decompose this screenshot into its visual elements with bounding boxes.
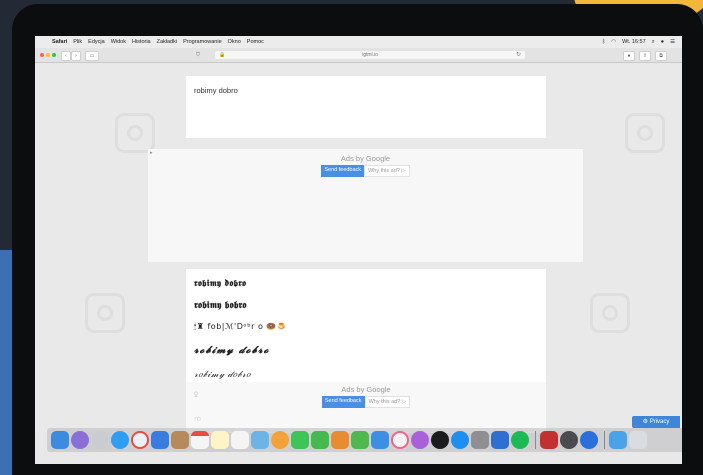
mail-icon[interactable] [151, 431, 169, 449]
app-store-icon[interactable] [451, 431, 469, 449]
minimize-window-button[interactable] [46, 53, 50, 57]
chrome-icon[interactable] [131, 431, 149, 449]
menubar-clock[interactable]: Wt. 16:57 [619, 39, 649, 45]
lock-icon: 🔒 [219, 52, 226, 58]
menu-programowanie[interactable]: Programowanie [180, 39, 225, 45]
laptop-bezel: Safari Plik Edycja Widok Historia Zakład… [12, 4, 703, 475]
notes-icon[interactable] [211, 431, 229, 449]
send-feedback-button[interactable]: Send feedback [321, 165, 365, 177]
maps-icon[interactable] [251, 431, 269, 449]
send-feedback-button[interactable]: Send feedback [321, 396, 365, 408]
launchpad-icon[interactable] [91, 431, 109, 449]
instagram-watermark-icon [85, 293, 125, 333]
instagram-watermark-icon [625, 113, 665, 153]
google-ad-banner[interactable]: ▸ Ads by Google Send feedback Why this a… [148, 149, 583, 262]
menu-safari[interactable]: Safari [49, 39, 70, 45]
finder-icon[interactable] [51, 431, 69, 449]
result-item[interactable]: 🕯♜ fob|ℳ'Dᵒᵇr o 🍩🍮 [194, 322, 287, 332]
numbers-icon[interactable] [351, 431, 369, 449]
spotify-icon[interactable] [511, 431, 529, 449]
result-item[interactable]: 𝓻𝓸𝓫𝓲𝓶𝔂 𝓭𝓸𝓫𝓻𝓸 [194, 345, 270, 356]
screenshot-icon[interactable] [560, 431, 578, 449]
pages-icon[interactable] [331, 431, 349, 449]
dock [47, 428, 682, 452]
preview-icon[interactable] [491, 431, 509, 449]
siri-dock-icon[interactable] [71, 431, 89, 449]
menu-pomoc[interactable]: Pomoc [244, 39, 267, 45]
web-page: robimy dobro ▸ Ads by Google Send feedba… [35, 63, 682, 433]
shield-icon[interactable]: ⛉ [193, 51, 203, 59]
flash-icon[interactable] [540, 431, 558, 449]
safari-icon[interactable] [111, 431, 129, 449]
why-this-ad-button[interactable]: Why this ad? ▷ [364, 396, 411, 408]
dock-separator [535, 431, 536, 449]
close-window-button[interactable] [40, 53, 44, 57]
zoom-window-button[interactable] [52, 53, 56, 57]
result-item[interactable]: 𝓇𝑜𝒷𝒾𝓂𝓎 𝒹𝑜𝒷𝓇𝑜 [194, 369, 251, 380]
ad-title: Ads by Google [341, 385, 391, 394]
privacy-label: Privacy [649, 419, 670, 425]
ad-title: Ads by Google [340, 154, 391, 163]
menu-plik[interactable]: Plik [70, 39, 85, 45]
keynote-icon[interactable] [371, 431, 389, 449]
reminders-icon[interactable] [231, 431, 249, 449]
share-icon[interactable]: ⇧ [639, 51, 651, 61]
trash-icon[interactable] [629, 431, 647, 449]
notification-icon[interactable]: ☰ [667, 39, 678, 45]
messages-icon[interactable] [291, 431, 309, 449]
result-item[interactable]: 𝖗𝖔𝖇𝖎𝖒𝖞 𝖉𝖔𝖇𝖗𝖔 [194, 279, 246, 289]
spotlight-icon[interactable]: ⌕ [649, 39, 658, 46]
why-this-ad-button[interactable]: Why this ad? ▷ [364, 165, 410, 177]
system-preferences-icon[interactable] [471, 431, 489, 449]
forward-button[interactable]: › [71, 51, 81, 61]
wifi-icon[interactable]: ◠ [608, 39, 619, 45]
reload-icon[interactable]: ↻ [516, 51, 521, 59]
downloads-folder-icon[interactable] [609, 431, 627, 449]
siri-icon[interactable]: ● [658, 39, 667, 45]
calendar-icon[interactable] [191, 431, 209, 449]
address-url: igtml.io [362, 52, 378, 58]
screen: Safari Plik Edycja Widok Historia Zakład… [35, 36, 682, 464]
menu-bar: Safari Plik Edycja Widok Historia Zakład… [35, 36, 682, 48]
contacts-icon[interactable] [171, 431, 189, 449]
menu-okno[interactable]: Okno [225, 39, 244, 45]
instagram-watermark-icon [590, 293, 630, 333]
extension-icon[interactable]: ● [623, 51, 635, 61]
bluetooth-icon[interactable]: ᛒ [599, 39, 608, 45]
safari-toolbar: ‹ › ▭ ⛉ 🔒 igtml.io ↻ ● ⇧ ⧉ [35, 48, 682, 63]
result-item[interactable]: 𝖗𝖔𝖇𝖎𝖒𝖞 𝖇𝖔𝖇𝖗𝖔 [194, 300, 246, 311]
google-ad-banner-bottom[interactable]: Ads by Google Send feedback Why this ad?… [186, 382, 546, 432]
text-input-box[interactable]: robimy dobro [186, 76, 546, 138]
address-bar[interactable]: 🔒 igtml.io ↻ [215, 51, 525, 59]
menu-widok[interactable]: Widok [108, 39, 129, 45]
dock-separator [604, 431, 605, 449]
facetime-icon[interactable] [311, 431, 329, 449]
sidebar-button[interactable]: ▭ [85, 51, 99, 61]
instagram-watermark-icon [115, 113, 155, 153]
menu-edycja[interactable]: Edycja [85, 39, 108, 45]
app-icon[interactable] [580, 431, 598, 449]
privacy-button[interactable]: ⚙ Privacy [632, 416, 680, 428]
input-text: robimy dobro [194, 86, 238, 95]
privacy-icon: ⚙ [642, 419, 650, 425]
tabs-icon[interactable]: ⧉ [655, 51, 667, 61]
menu-zakladki[interactable]: Zakładki [154, 39, 180, 45]
menu-historia[interactable]: Historia [129, 39, 154, 45]
ad-choices-icon[interactable]: ▸ [150, 150, 153, 156]
apple-tv-icon[interactable] [431, 431, 449, 449]
music-icon[interactable] [391, 431, 409, 449]
photos-icon[interactable] [271, 431, 289, 449]
back-button[interactable]: ‹ [61, 51, 71, 61]
podcasts-icon[interactable] [411, 431, 429, 449]
